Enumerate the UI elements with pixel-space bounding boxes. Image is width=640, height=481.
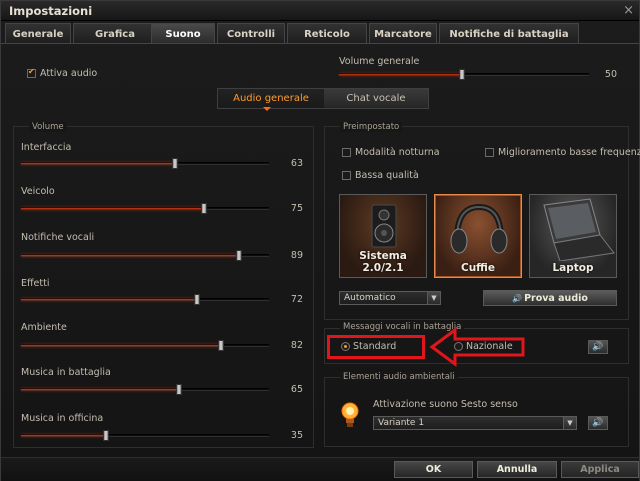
tabs-divider [1, 43, 639, 44]
close-icon[interactable]: × [623, 3, 634, 18]
subtab-audio-generale[interactable]: Audio generale [218, 89, 324, 108]
slider-thumb[interactable] [176, 384, 182, 395]
sixth-sense-preview-button[interactable]: 🔊 [588, 416, 608, 430]
bass-boost-checkbox[interactable] [485, 148, 494, 157]
preset-laptop-label: Laptop [552, 262, 594, 274]
low-quality-checkbox[interactable] [342, 171, 351, 180]
slider-thumb[interactable] [218, 340, 224, 351]
master-volume-label: Volume generale [339, 56, 420, 67]
slider-thumb[interactable] [236, 250, 242, 261]
sixth-sense-variant-value: Variante 1 [378, 418, 425, 428]
headphones-icon [450, 203, 508, 254]
slider-fill [21, 389, 179, 390]
slider-fill [339, 74, 462, 75]
slider-label-effetti: Effetti [21, 278, 50, 289]
slider-fill [21, 435, 106, 436]
slider-veicolo[interactable] [21, 203, 269, 214]
slider-thumb[interactable] [172, 158, 178, 169]
ambient-group [324, 377, 629, 447]
ok-button[interactable]: OK [394, 461, 473, 478]
speaker-icon: 🔊 [512, 293, 523, 303]
preset-sistema[interactable]: Sistema 2.0/2.1 [339, 194, 427, 278]
slider-thumb[interactable] [103, 430, 109, 441]
preset-mode-dropdown[interactable]: Automatico ▼ [339, 291, 441, 305]
apply-button[interactable]: Applica [561, 461, 639, 478]
active-subtab-indicator-icon [263, 107, 271, 111]
night-mode-label: Modalità notturna [355, 147, 440, 158]
title-bar: Impostazioni × [1, 1, 639, 21]
window-title: Impostazioni [9, 4, 93, 18]
voice-preview-button[interactable]: 🔊 [588, 340, 608, 354]
slider-value-interfaccia: 63 [290, 158, 303, 169]
slider-effetti[interactable] [21, 294, 269, 305]
slider-label-veicolo: Veicolo [21, 186, 55, 197]
slider-fill [21, 163, 175, 164]
sixth-sense-variant-dropdown[interactable]: Variante 1 ▼ [373, 416, 577, 430]
tab-suono[interactable]: Suono [151, 23, 215, 44]
tab-notifiche-battaglia[interactable]: Notifiche di battaglia [439, 23, 579, 44]
ambient-group-title: Elementi audio ambientali [340, 372, 458, 382]
test-audio-button[interactable]: 🔊 Prova audio [483, 290, 617, 306]
slider-ambiente[interactable] [21, 340, 269, 351]
tab-bar: Generale Grafica Suono Controlli Reticol… [1, 23, 639, 44]
tab-grafica[interactable]: Grafica [73, 23, 157, 44]
slider-thumb[interactable] [459, 69, 465, 80]
master-volume-slider[interactable] [339, 69, 589, 80]
slider-musica-battaglia[interactable] [21, 384, 269, 395]
chevron-down-icon: ▼ [563, 417, 576, 429]
preset-group-title: Preimpostato [340, 122, 403, 132]
slider-notifiche-vocali[interactable] [21, 250, 269, 261]
slider-fill [21, 299, 197, 300]
slider-fill [21, 208, 204, 209]
settings-window: Impostazioni × Generale Grafica Suono Co… [0, 0, 640, 481]
slider-musica-officina[interactable] [21, 430, 269, 441]
slider-fill [21, 345, 221, 346]
bass-boost-label: Miglioramento basse frequenze [498, 147, 640, 158]
slider-value-veicolo: 75 [290, 203, 303, 214]
slider-value-effetti: 72 [290, 294, 303, 305]
slider-label-ambiente: Ambiente [21, 322, 67, 333]
volume-group [13, 126, 314, 448]
slider-label-musica-battaglia: Musica in battaglia [21, 367, 111, 378]
night-mode-checkbox[interactable] [342, 148, 351, 157]
slider-value-musica-battaglia: 65 [290, 384, 303, 395]
laptop-icon [543, 198, 615, 262]
slider-label-notifiche-vocali: Notifiche vocali [21, 232, 95, 243]
slider-label-interfaccia: Interfaccia [21, 142, 72, 153]
sixth-sense-label: Attivazione suono Sesto senso [373, 399, 518, 410]
preset-cuffie[interactable]: Cuffie [434, 194, 522, 278]
slider-fill [21, 255, 239, 256]
slider-value-notifiche-vocali: 89 [290, 250, 303, 261]
subtab-chat-vocale[interactable]: Chat vocale [324, 89, 428, 108]
slider-thumb[interactable] [201, 203, 207, 214]
slider-label-musica-officina: Musica in officina [21, 413, 104, 424]
arrow-left-icon [429, 327, 525, 367]
lightbulb-icon [341, 402, 359, 427]
slider-value-musica-officina: 35 [290, 430, 303, 441]
highlight-box [327, 335, 425, 359]
slider-value-ambiente: 82 [290, 340, 303, 351]
preset-sistema-label: Sistema 2.0/2.1 [359, 250, 407, 274]
slider-interfaccia[interactable] [21, 158, 269, 169]
preset-laptop[interactable]: Laptop [529, 194, 617, 278]
master-volume-value: 50 [604, 69, 617, 80]
enable-audio-label: Attiva audio [40, 68, 98, 79]
preset-mode-value: Automatico [344, 293, 396, 303]
enable-audio-checkbox[interactable] [27, 67, 36, 78]
tab-reticolo[interactable]: Reticolo [287, 23, 367, 44]
preset-cuffie-label: Cuffie [460, 262, 495, 274]
test-audio-label: Prova audio [524, 292, 588, 304]
volume-group-title: Volume [29, 122, 67, 132]
tab-controlli[interactable]: Controlli [217, 23, 285, 44]
tab-marcatore[interactable]: Marcatore [369, 23, 437, 44]
audio-subtabs: Audio generale Chat vocale [217, 88, 429, 109]
slider-thumb[interactable] [194, 294, 200, 305]
low-quality-label: Bassa qualità [355, 170, 419, 181]
chevron-down-icon: ▼ [427, 292, 440, 304]
cancel-button[interactable]: Annulla [477, 461, 557, 478]
tab-generale[interactable]: Generale [5, 23, 71, 44]
